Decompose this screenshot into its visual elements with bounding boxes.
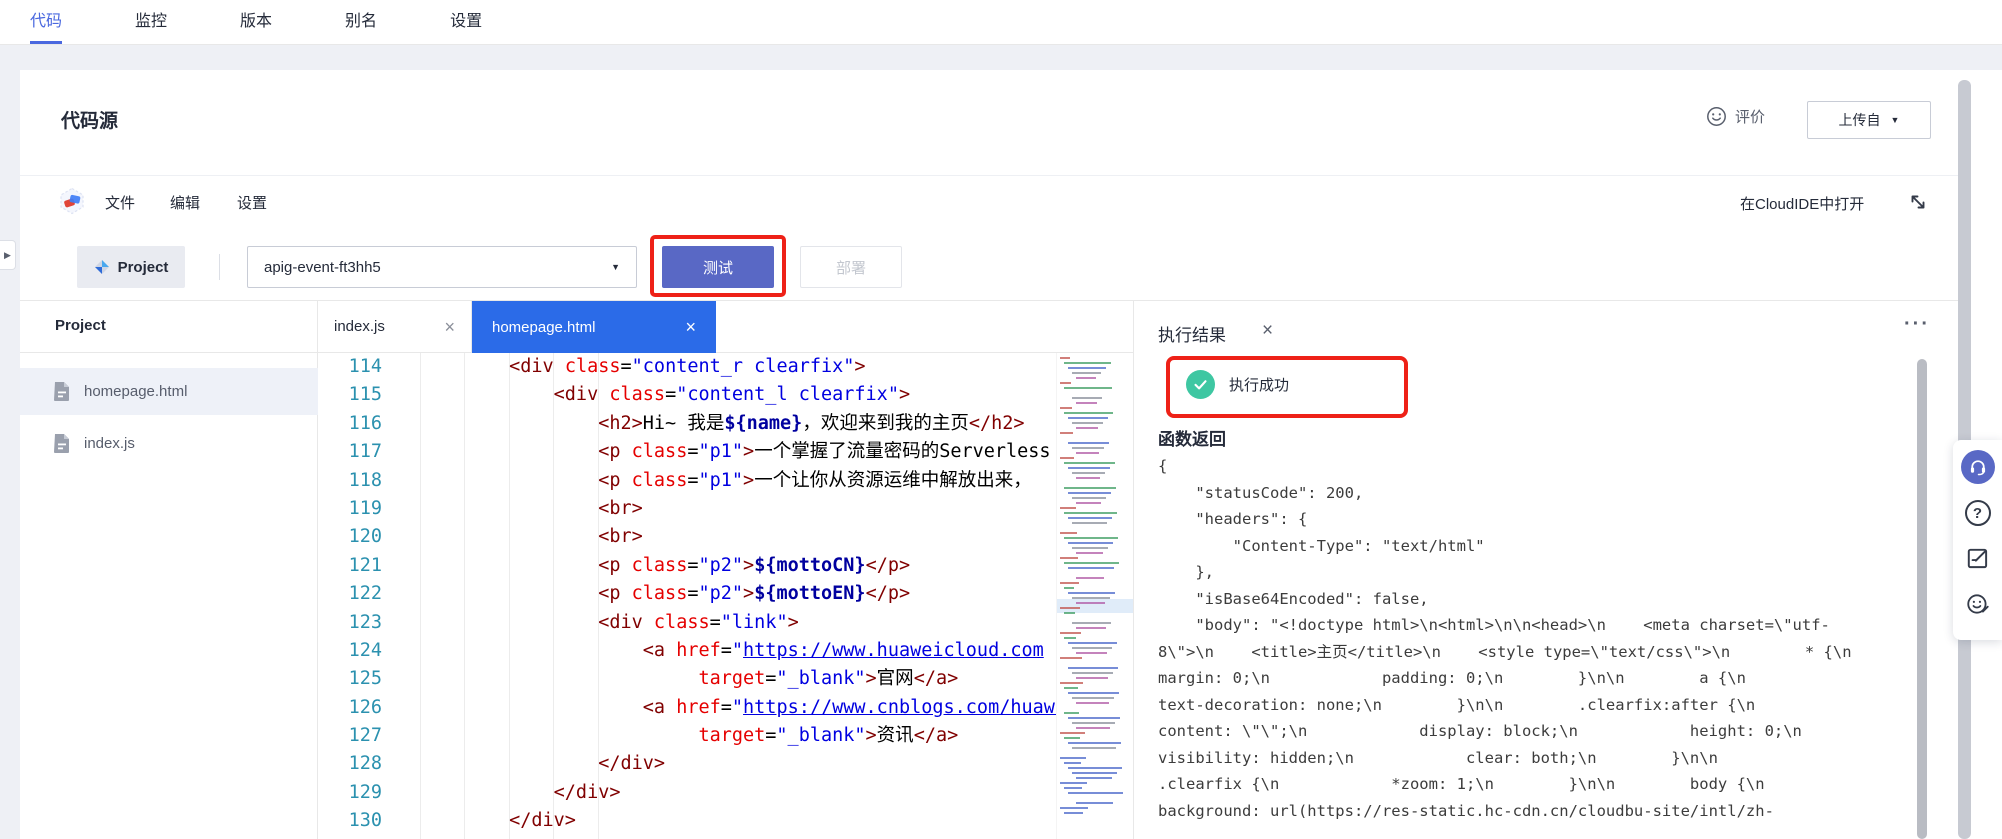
json-line: background: url(https://res-static.hc-cd… [1158,798,1924,825]
code-area[interactable]: 114 <div class="content_r clearfix">115 … [318,353,1057,839]
file-icon [54,434,70,453]
survey-smiley-icon[interactable] [1965,591,1991,617]
deploy-button: 部署 [800,246,902,288]
json-line: "headers": { [1158,506,1924,533]
json-line: margin: 0;\n padding: 0;\n }\n\n a {\n [1158,665,1924,692]
upload-from-button[interactable]: 上传自 ▼ [1807,101,1931,139]
menu-item-settings[interactable]: 设置 [237,192,267,213]
nav-tab-code[interactable]: 代码 [30,0,62,44]
function-select[interactable]: apig-event-ft3hh5 ▼ [247,246,637,288]
panel-expand-toggle[interactable]: ▶ [0,240,16,270]
feedback-form-icon[interactable] [1965,546,1991,572]
code-source-card: 代码源 评价 上传自 ▼ 文件 编辑 设置 在CloudIDE中打开 Proje… [20,70,1958,839]
upload-label: 上传自 [1839,110,1881,130]
page-title: 代码源 [61,106,118,133]
code-line-116: 116 <h2>Hi~ 我是${name}，欢迎来到我的主页</h2> [318,410,1057,438]
code-lines: 114 <div class="content_r clearfix">115 … [318,353,1057,836]
help-icon[interactable]: ? [1965,500,1991,526]
code-line-120: 120 <br> [318,523,1057,551]
status-row: 执行成功 [1186,370,1289,399]
rate-label: 评价 [1735,106,1765,127]
results-scrollbar[interactable] [1917,359,1927,839]
json-line: text-decoration: none;\n }\n\n .clearfix… [1158,692,1924,719]
code-line-119: 119 <br> [318,495,1057,523]
results-panel: 执行结果 × ··· 执行成功 函数返回 { "statusCode": 200… [1134,301,1958,839]
json-line: .clearfix {\n *zoom: 1;\n }\n\n body {\n [1158,771,1924,798]
code-line-123: 123 <div class="link"> [318,609,1057,637]
top-nav: 代码 监控 版本 别名 设置 [0,0,2002,45]
project-icon [94,259,110,275]
function-select-value: apig-event-ft3hh5 [264,259,381,276]
nav-tab-settings[interactable]: 设置 [450,0,482,44]
code-line-125: 125 target="_blank">官网</a> [318,665,1057,693]
code-line-115: 115 <div class="content_l clearfix"> [318,381,1057,409]
editor-panel: index.js×homepage.html× 114 <div class="… [318,301,1133,839]
app-logo-icon [58,187,86,215]
nav-tab-alias[interactable]: 别名 [345,0,377,44]
select-caret-icon: ▼ [611,263,620,272]
test-button[interactable]: 测试 [662,246,774,288]
side-toolbar: ? [1953,440,2002,640]
file-item-index-js[interactable]: index.js [20,420,318,467]
results-close-icon[interactable]: × [1262,321,1273,340]
nav-tab-monitor[interactable]: 监控 [135,0,167,44]
expand-icon[interactable] [1908,192,1928,212]
explorer-panel: Project homepage.html index.js [20,301,318,839]
editor-tab-index-js[interactable]: index.js× [318,301,472,352]
function-return-title: 函数返回 [1158,425,1226,450]
project-button-label: Project [118,259,169,276]
code-line-122: 122 <p class="p2">${mottoEN}</p> [318,580,1057,608]
code-line-114: 114 <div class="content_r clearfix"> [318,353,1057,381]
header-divider [20,175,1958,176]
code-line-127: 127 target="_blank">资讯</a> [318,722,1057,750]
more-options-icon[interactable]: ··· [1904,313,1930,336]
explorer-title: Project [55,317,106,334]
json-line: "Content-Type": "text/html" [1158,533,1924,560]
close-icon[interactable]: × [444,318,455,336]
smiley-icon [1706,106,1727,127]
editor-tabs: index.js×homepage.html× [318,301,1133,353]
code-line-130: 130 </div> [318,807,1057,835]
close-icon[interactable]: × [685,318,696,336]
caret-down-icon: ▼ [1891,116,1900,125]
json-line: 8\">\n <title>主页</title>\n <style type=\… [1158,639,1924,666]
json-line: content: \"\";\n display: block;\n heigh… [1158,718,1924,745]
menu-item-file[interactable]: 文件 [105,192,135,213]
code-line-121: 121 <p class="p2">${mottoCN}</p> [318,552,1057,580]
json-output: { "statusCode": 200, "headers": { "Conte… [1158,453,1924,839]
file-item-homepage-html[interactable]: homepage.html [20,368,318,415]
file-icon [54,382,70,401]
code-line-129: 129 </div> [318,779,1057,807]
support-icon[interactable] [1961,450,1995,484]
project-button[interactable]: Project [77,246,185,288]
success-check-icon [1186,370,1215,399]
nav-tab-version[interactable]: 版本 [240,0,272,44]
open-in-cloudide-button[interactable]: 在CloudIDE中打开 [1740,193,1864,214]
json-line: { [1158,453,1924,480]
code-line-126: 126 <a href="https://www.cnblogs.com/hua… [318,694,1057,722]
status-text: 执行成功 [1229,374,1289,395]
json-line: }, [1158,559,1924,586]
explorer-divider [20,352,317,353]
editor-tab-homepage-html[interactable]: homepage.html× [472,301,716,353]
menu-item-edit[interactable]: 编辑 [170,192,200,213]
minimap[interactable] [1056,353,1133,839]
json-line: "body": "<!doctype html>\n<html>\n\n<hea… [1158,612,1924,639]
json-line: visibility: hidden;\n clear: both;\n }\n… [1158,745,1924,772]
rate-button[interactable]: 评价 [1706,106,1765,127]
code-line-124: 124 <a href="https://www.huaweicloud.com [318,637,1057,665]
code-line-128: 128 </div> [318,750,1057,778]
code-line-118: 118 <p class="p1">一个让你从资源运维中解放出来， [318,467,1057,495]
code-line-117: 117 <p class="p1">一个掌握了流量密码的Serverless [318,438,1057,466]
json-line: "statusCode": 200, [1158,480,1924,507]
results-title: 执行结果 [1158,321,1226,346]
toolbar-divider [219,254,220,280]
json-line: "isBase64Encoded": false, [1158,586,1924,613]
